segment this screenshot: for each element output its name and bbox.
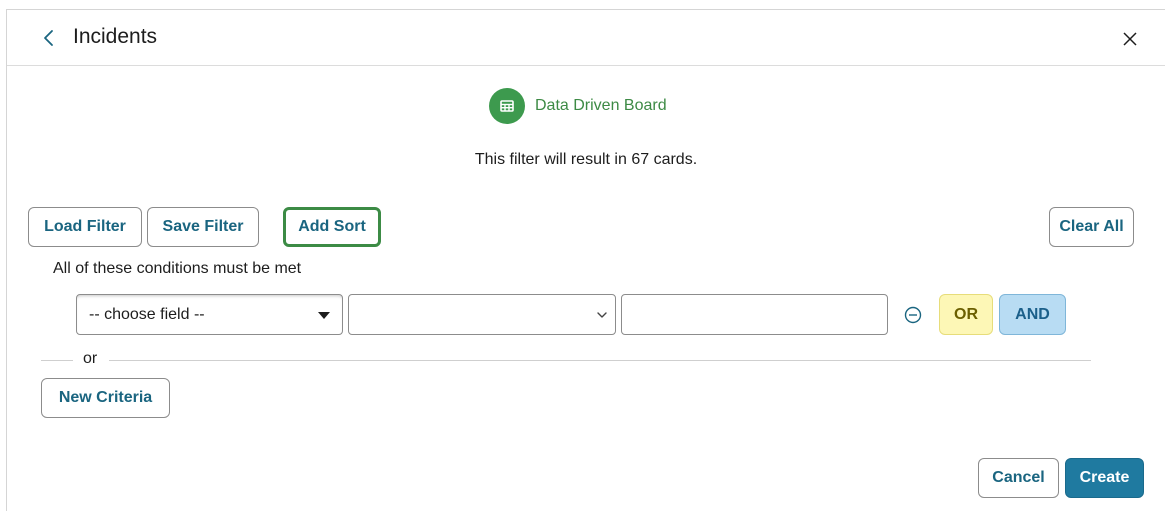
- new-criteria-button[interactable]: New Criteria: [41, 378, 170, 418]
- clear-all-button[interactable]: Clear All: [1049, 207, 1134, 247]
- operator-select[interactable]: [348, 294, 616, 335]
- field-select[interactable]: -- choose field --: [76, 294, 343, 335]
- cancel-button[interactable]: Cancel: [978, 458, 1059, 498]
- field-select-value: -- choose field --: [89, 305, 205, 323]
- or-button[interactable]: OR: [939, 294, 993, 335]
- load-filter-button[interactable]: Load Filter: [28, 207, 142, 247]
- table-grid-icon: [489, 88, 525, 124]
- caret-down-icon: [318, 312, 330, 319]
- save-filter-button[interactable]: Save Filter: [147, 207, 259, 247]
- or-separator-label: or: [83, 350, 98, 367]
- conditions-label: All of these conditions must be met: [53, 260, 302, 277]
- add-sort-button[interactable]: Add Sort: [283, 207, 381, 247]
- page-title: Incidents: [73, 25, 158, 48]
- and-button[interactable]: AND: [999, 294, 1066, 335]
- chevron-left-icon[interactable]: [37, 26, 61, 50]
- or-divider-right: [109, 360, 1091, 361]
- remove-condition-icon[interactable]: [904, 306, 922, 324]
- chevron-down-icon: [597, 312, 607, 318]
- board-indicator: Data Driven Board: [489, 88, 667, 124]
- value-input[interactable]: [621, 294, 888, 335]
- or-divider-left: [41, 360, 73, 361]
- filter-result-text: This filter will result in 67 cards.: [474, 151, 698, 168]
- create-button[interactable]: Create: [1065, 458, 1144, 498]
- dialog-header: Incidents: [7, 10, 1165, 66]
- filter-dialog: Incidents Data Driven Board This filter …: [6, 9, 1165, 511]
- board-label: Data Driven Board: [535, 97, 667, 114]
- close-icon[interactable]: [1119, 28, 1141, 50]
